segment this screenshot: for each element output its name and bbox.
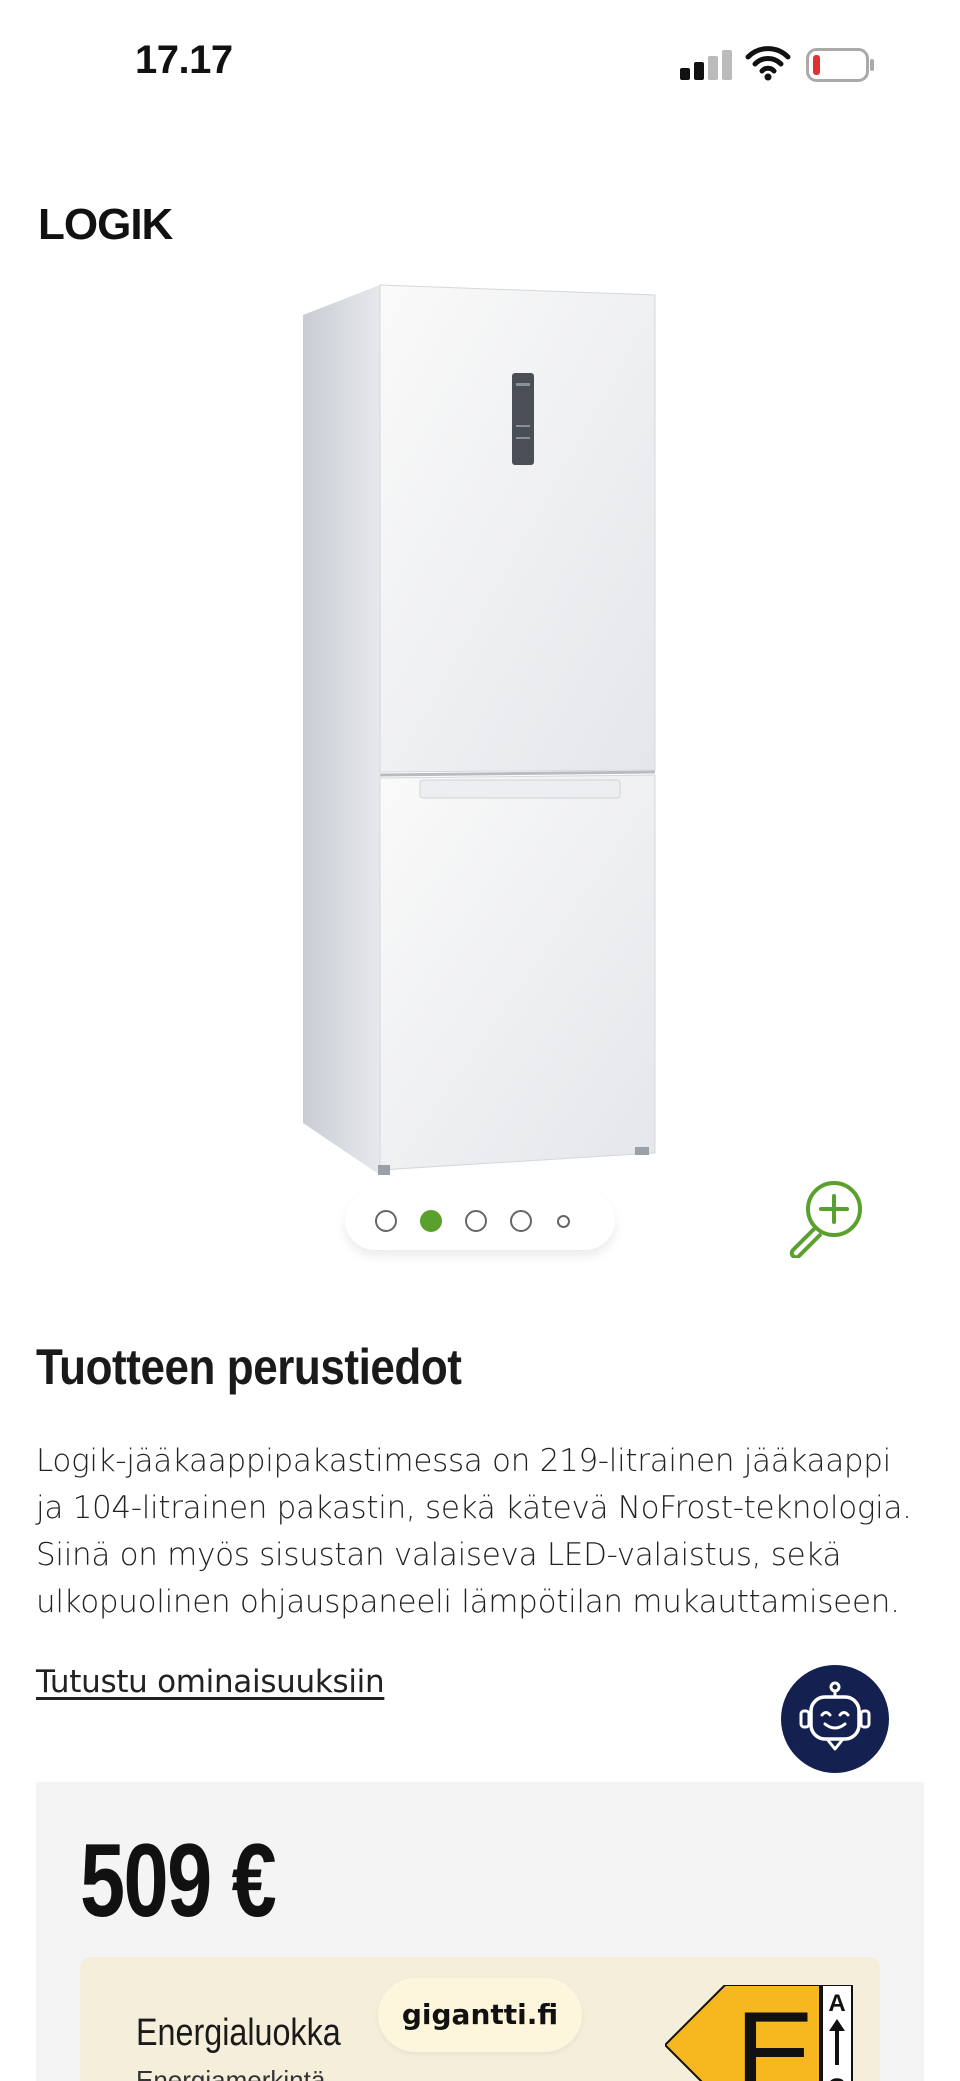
features-link[interactable]: Tutustu ominaisuuksiin bbox=[36, 1664, 385, 1700]
energy-label-subtitle: Energiamerkintä bbox=[136, 2065, 326, 2081]
url-bar[interactable]: gigantti.fi bbox=[378, 1978, 582, 2052]
brand-logo: LOGIK bbox=[38, 200, 173, 249]
energy-scale-bottom: G bbox=[828, 2074, 847, 2081]
signal-icon bbox=[680, 50, 732, 80]
section-title: Tuotteen perustiedot bbox=[36, 1339, 462, 1395]
wifi-icon bbox=[745, 46, 791, 81]
price: 509 € bbox=[80, 1823, 277, 1939]
chatbot-button[interactable] bbox=[781, 1665, 889, 1773]
carousel-dot-4[interactable] bbox=[510, 1210, 532, 1232]
product-image[interactable] bbox=[290, 275, 670, 1180]
energy-scale-top: A bbox=[828, 1990, 845, 2017]
energy-arrow-icon: E A G bbox=[665, 1985, 853, 2081]
energy-label-title: Energialuokka bbox=[136, 2012, 341, 2054]
battery-icon bbox=[806, 48, 874, 82]
chatbot-icon bbox=[799, 1681, 871, 1751]
carousel-pagination bbox=[345, 1190, 615, 1250]
product-description: Logik-jääkaappipakastimessa on 219-litra… bbox=[36, 1443, 912, 1620]
carousel-dot-1[interactable] bbox=[375, 1210, 397, 1232]
status-bar: 17.17 bbox=[0, 0, 960, 130]
carousel-dot-2[interactable] bbox=[420, 1210, 442, 1232]
energy-class: E bbox=[735, 1987, 815, 2081]
status-time: 17.17 bbox=[135, 38, 233, 82]
carousel-dot-3[interactable] bbox=[465, 1210, 487, 1232]
zoom-in-icon[interactable] bbox=[785, 1178, 865, 1258]
carousel-dot-5[interactable] bbox=[557, 1215, 570, 1228]
